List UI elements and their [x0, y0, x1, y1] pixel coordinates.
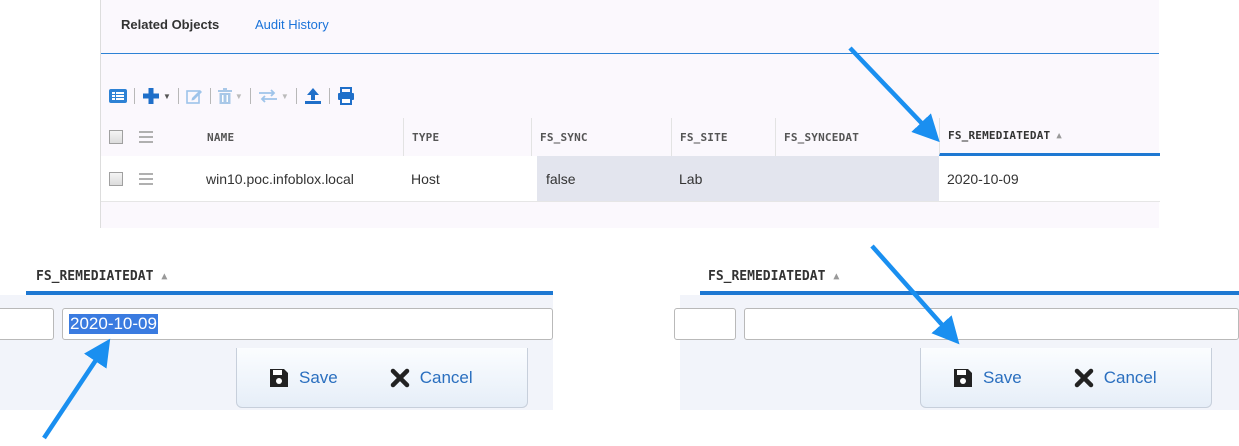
save-icon	[270, 368, 288, 387]
cancel-button[interactable]: Cancel	[1074, 368, 1157, 388]
edit-actions-bar: Save Cancel	[920, 348, 1212, 408]
selected-date-text: 2020-10-09	[69, 314, 158, 334]
column-header-fs-site[interactable]: FS_SITE	[671, 118, 775, 156]
remediatedat-input[interactable]: 2020-10-09	[62, 308, 553, 340]
related-objects-grid: NAME TYPE FS_SYNC FS_SITE FS_SYNCEDAT FS…	[101, 118, 1160, 202]
edit-actions-bar: Save Cancel	[236, 348, 528, 408]
menu-icon[interactable]	[139, 118, 159, 156]
edit-icon[interactable]	[186, 85, 203, 107]
previous-cell-field[interactable]	[0, 308, 54, 340]
column-header-fs-syncedat[interactable]: FS_SYNCEDAT	[775, 118, 939, 156]
remediatedat-input[interactable]	[744, 308, 1239, 340]
table-row[interactable]: win10.poc.infoblox.local Host false Lab …	[101, 156, 1160, 202]
chevron-down-icon[interactable]: ▼	[235, 92, 243, 101]
sort-ascending-icon: ▲	[833, 270, 840, 282]
cell-type: Host	[411, 170, 440, 187]
cell-name: win10.poc.infoblox.local	[206, 170, 354, 187]
row-checkbox[interactable]	[109, 156, 129, 201]
column-header-label: FS_REMEDIATEDAT	[36, 268, 154, 284]
sort-ascending-icon: ▲	[1056, 130, 1062, 141]
save-label: Save	[983, 367, 1022, 387]
cancel-label: Cancel	[1103, 367, 1157, 387]
save-icon	[954, 368, 972, 387]
column-header-label: FS_REMEDIATEDAT	[948, 129, 1051, 142]
move-icon[interactable]: ▼	[258, 85, 289, 107]
related-objects-panel: Related Objects Audit History ▼ ▼ ▼ NAME…	[100, 0, 1160, 228]
export-icon[interactable]	[304, 85, 322, 107]
tab-bar: Related Objects Audit History	[101, 0, 1159, 54]
toolbar-divider	[209, 88, 211, 104]
select-all-checkbox[interactable]	[109, 118, 129, 156]
chevron-down-icon[interactable]: ▼	[163, 92, 171, 101]
previous-cell-field[interactable]	[674, 308, 736, 340]
grid-toolbar: ▼ ▼ ▼	[109, 84, 355, 108]
tab-audit-history[interactable]: Audit History	[255, 17, 329, 32]
edit-inset-cleared: FS_REMEDIATEDAT ▲ Save Cancel	[674, 232, 1239, 446]
inset-column-header: FS_REMEDIATEDAT ▲	[36, 258, 167, 294]
toolbar-divider	[134, 88, 135, 104]
cancel-label: Cancel	[419, 367, 473, 387]
toolbar-divider	[249, 88, 251, 104]
column-header-type[interactable]: TYPE	[403, 118, 531, 156]
toolbar-divider	[328, 88, 330, 104]
close-icon	[1074, 368, 1093, 387]
add-icon[interactable]: ▼	[142, 85, 171, 107]
close-icon	[390, 368, 409, 387]
delete-icon[interactable]: ▼	[217, 85, 243, 107]
cell-fs-syncedat[interactable]	[779, 156, 939, 201]
edit-inset-filled: FS_REMEDIATEDAT ▲ 2020-10-09 Save Cancel	[0, 232, 553, 446]
chevron-down-icon[interactable]: ▼	[281, 92, 289, 101]
grid-header-row: NAME TYPE FS_SYNC FS_SITE FS_SYNCEDAT FS…	[101, 118, 1160, 156]
tab-related-objects[interactable]: Related Objects	[121, 17, 219, 32]
inset-column-header: FS_REMEDIATEDAT ▲	[708, 258, 839, 294]
cancel-button[interactable]: Cancel	[390, 368, 473, 388]
cell-fs-remediatedat[interactable]: 2020-10-09	[947, 156, 1147, 201]
toolbar-divider	[177, 88, 179, 104]
column-header-fs-remediatedat[interactable]: FS_REMEDIATEDAT ▲	[939, 118, 1160, 156]
list-view-icon[interactable]	[109, 85, 127, 107]
cell-fs-site[interactable]: Lab	[675, 156, 779, 201]
print-icon[interactable]	[337, 85, 355, 107]
cell-fs-sync[interactable]: false	[537, 156, 675, 201]
column-header-fs-sync[interactable]: FS_SYNC	[531, 118, 671, 156]
column-header-label: FS_REMEDIATEDAT	[708, 268, 826, 284]
column-header-name[interactable]: NAME	[199, 118, 399, 156]
save-button[interactable]: Save	[953, 368, 1022, 388]
toolbar-divider	[295, 88, 297, 104]
sort-ascending-icon: ▲	[161, 270, 168, 282]
row-menu-icon[interactable]	[139, 156, 159, 201]
save-label: Save	[299, 367, 338, 387]
save-button[interactable]: Save	[269, 368, 338, 388]
